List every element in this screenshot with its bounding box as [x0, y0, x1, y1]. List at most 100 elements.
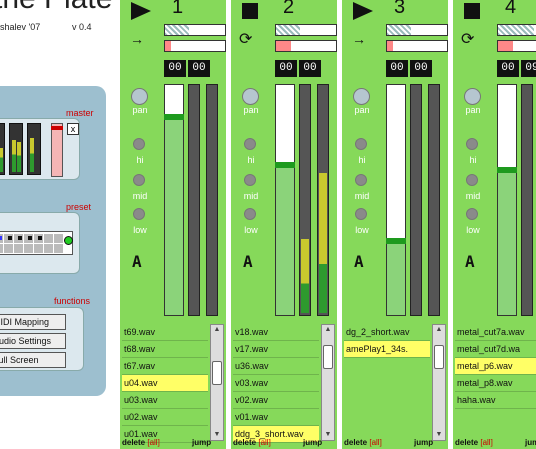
master-close-icon[interactable]: x: [67, 123, 79, 135]
file-list-item[interactable]: t67.wav: [122, 358, 208, 375]
jump-link[interactable]: jump: [414, 438, 433, 447]
scroll-thumb[interactable]: [212, 361, 222, 385]
loop-range-bar[interactable]: [386, 40, 448, 52]
master-volume-fader[interactable]: [51, 123, 63, 177]
hi-knob[interactable]: [244, 138, 256, 150]
pan-knob[interactable]: [353, 88, 370, 105]
jump-link[interactable]: jump: [525, 438, 536, 447]
delete-label[interactable]: delete: [233, 438, 256, 447]
audio-settings-button[interactable]: Audio Settings: [0, 333, 66, 349]
mid-knob[interactable]: [355, 174, 367, 186]
file-list-item[interactable]: v03.wav: [233, 375, 319, 392]
file-list-item[interactable]: u03.wav: [122, 392, 208, 409]
delete-label[interactable]: delete: [344, 438, 367, 447]
low-knob[interactable]: [244, 208, 256, 220]
file-list-item[interactable]: u36.wav: [233, 358, 319, 375]
scroll-down-icon[interactable]: ▼: [211, 430, 223, 440]
loop-range-bar[interactable]: [275, 40, 337, 52]
mid-knob[interactable]: [466, 174, 478, 186]
file-list-item[interactable]: metal_cut7a.wav: [455, 324, 536, 341]
delete-label[interactable]: delete: [122, 438, 145, 447]
file-list-item[interactable]: v17.wav: [233, 341, 319, 358]
mid-knob[interactable]: [244, 174, 256, 186]
counter-seconds: 00: [299, 60, 321, 77]
hi-knob[interactable]: [355, 138, 367, 150]
delete-link[interactable]: delete [all]: [455, 438, 493, 447]
delete-link[interactable]: delete [all]: [122, 438, 160, 447]
loop-range-marker: [498, 41, 513, 51]
file-list-item[interactable]: v01.wav: [233, 409, 319, 426]
pan-knob[interactable]: [242, 88, 259, 105]
loop-icon[interactable]: ⟳: [461, 29, 474, 49]
stop-icon[interactable]: [464, 3, 480, 19]
file-list-item[interactable]: metal_p6.wav: [455, 358, 536, 375]
file-list-scrollbar[interactable]: ▲ ▼: [210, 324, 224, 441]
full-screen-button[interactable]: Full Screen: [0, 352, 66, 368]
loop-range-bar[interactable]: [497, 40, 536, 52]
loop-icon[interactable]: ⟳: [239, 29, 252, 49]
file-list-item[interactable]: u02.wav: [122, 409, 208, 426]
fader-handle[interactable]: [497, 167, 517, 173]
low-knob[interactable]: [133, 208, 145, 220]
auto-cue-icon[interactable]: A: [354, 252, 364, 271]
delete-all-link[interactable]: [all]: [258, 438, 270, 447]
stop-icon[interactable]: [242, 3, 258, 19]
position-bar-fill: [276, 25, 300, 35]
preset-grid[interactable]: [0, 231, 73, 255]
file-list-item[interactable]: amePlay1_34s.: [344, 341, 430, 358]
position-bar[interactable]: [386, 24, 448, 36]
auto-cue-icon[interactable]: A: [132, 252, 142, 271]
midi-mapping-button[interactable]: MIDI Mapping: [0, 314, 66, 330]
scroll-up-icon[interactable]: ▲: [433, 325, 445, 335]
fader-handle[interactable]: [275, 162, 295, 168]
play-icon[interactable]: [131, 2, 151, 20]
fader-handle[interactable]: [164, 114, 184, 120]
delete-all-link[interactable]: [all]: [480, 438, 492, 447]
position-bar[interactable]: [497, 24, 536, 36]
file-list-item[interactable]: metal_p8.wav: [455, 375, 536, 392]
delete-link[interactable]: delete [all]: [233, 438, 271, 447]
hi-knob[interactable]: [133, 138, 145, 150]
low-knob[interactable]: [466, 208, 478, 220]
scroll-down-icon[interactable]: ▼: [433, 430, 445, 440]
file-list-item[interactable]: u04.wav: [122, 375, 208, 392]
one-shot-arrow-icon[interactable]: →: [130, 31, 144, 47]
position-bar[interactable]: [164, 24, 226, 36]
one-shot-arrow-icon[interactable]: →: [352, 31, 366, 47]
fader-handle[interactable]: [386, 238, 406, 244]
scroll-up-icon[interactable]: ▲: [211, 325, 223, 335]
play-icon[interactable]: [353, 2, 373, 20]
hi-knob[interactable]: [466, 138, 478, 150]
file-list-item[interactable]: v18.wav: [233, 324, 319, 341]
volume-fader[interactable]: [386, 84, 406, 316]
mid-knob[interactable]: [133, 174, 145, 186]
jump-link[interactable]: jump: [192, 438, 211, 447]
file-list-scrollbar[interactable]: ▲ ▼: [432, 324, 446, 441]
scroll-thumb[interactable]: [323, 345, 333, 369]
volume-fader[interactable]: [275, 84, 295, 316]
pan-knob[interactable]: [464, 88, 481, 105]
position-bar[interactable]: [275, 24, 337, 36]
file-list-item[interactable]: v02.wav: [233, 392, 319, 409]
delete-link[interactable]: delete [all]: [344, 438, 382, 447]
auto-cue-icon[interactable]: A: [465, 252, 475, 271]
jump-link[interactable]: jump: [303, 438, 322, 447]
file-list-scrollbar[interactable]: ▲ ▼: [321, 324, 335, 441]
scroll-down-icon[interactable]: ▼: [322, 430, 334, 440]
file-list-item[interactable]: dg_2_short.wav: [344, 324, 430, 341]
file-list-item[interactable]: t69.wav: [122, 324, 208, 341]
scroll-up-icon[interactable]: ▲: [322, 325, 334, 335]
delete-label[interactable]: delete: [455, 438, 478, 447]
file-list-item[interactable]: haha.wav: [455, 392, 536, 409]
pan-knob[interactable]: [131, 88, 148, 105]
auto-cue-icon[interactable]: A: [243, 252, 253, 271]
low-knob[interactable]: [355, 208, 367, 220]
volume-fader[interactable]: [497, 84, 517, 316]
delete-all-link[interactable]: [all]: [147, 438, 159, 447]
delete-all-link[interactable]: [all]: [369, 438, 381, 447]
file-list-item[interactable]: metal_cut7d.wa: [455, 341, 536, 358]
loop-range-bar[interactable]: [164, 40, 226, 52]
file-list-item[interactable]: t68.wav: [122, 341, 208, 358]
scroll-thumb[interactable]: [434, 345, 444, 369]
volume-fader[interactable]: [164, 84, 184, 316]
